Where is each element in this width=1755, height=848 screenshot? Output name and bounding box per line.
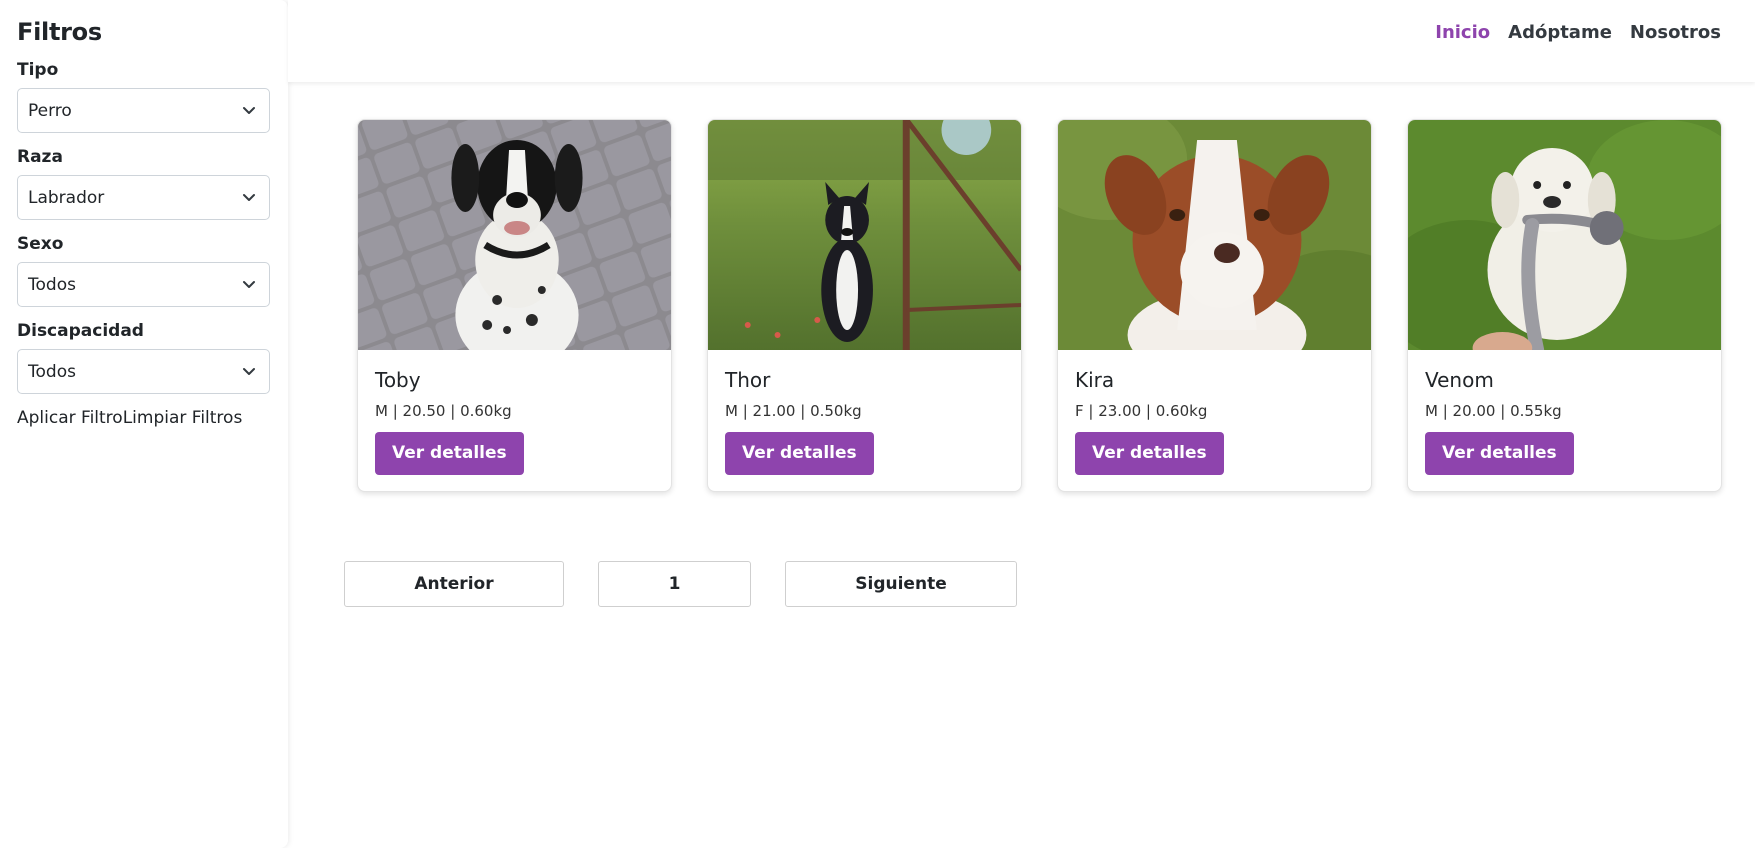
details-button[interactable]: Ver detalles [725, 432, 874, 475]
clear-filters-button[interactable]: Limpiar Filtros [123, 408, 243, 428]
previous-page-button[interactable]: Anterior [344, 561, 564, 607]
pet-meta: F | 23.00 | 0.60kg [1075, 402, 1208, 420]
next-page-button[interactable]: Siguiente [785, 561, 1017, 607]
pet-meta: M | 21.00 | 0.50kg [725, 402, 862, 420]
top-navbar: Inicio Adóptame Nosotros [288, 0, 1755, 82]
filter-discapacidad: Discapacidad Todos [17, 321, 271, 394]
pet-name: Toby [375, 368, 421, 392]
discapacidad-select[interactable]: Todos [17, 349, 270, 394]
chevron-down-icon [243, 107, 255, 114]
select-value: Todos [28, 361, 76, 382]
pet-photo [708, 120, 1021, 350]
pet-name: Venom [1425, 368, 1494, 392]
pet-card: Toby M | 20.50 | 0.60kg Ver detalles [357, 119, 672, 492]
nav-link-nosotros[interactable]: Nosotros [1630, 22, 1721, 43]
pet-photo [1058, 120, 1371, 350]
sidebar-title: Filtros [17, 18, 102, 46]
filter-label: Raza [17, 147, 63, 167]
card-body: Toby M | 20.50 | 0.60kg Ver detalles [358, 350, 671, 475]
pet-card: Venom M | 20.00 | 0.55kg Ver detalles [1407, 119, 1722, 492]
raza-select[interactable]: Labrador [17, 175, 270, 220]
card-body: Kira F | 23.00 | 0.60kg Ver detalles [1058, 350, 1371, 475]
filter-actions: Aplicar FiltroLimpiar Filtros [17, 408, 271, 428]
pet-name: Thor [725, 368, 771, 392]
nav-link-adoptame[interactable]: Adóptame [1508, 22, 1612, 43]
filter-label: Discapacidad [17, 321, 144, 341]
details-button[interactable]: Ver detalles [1425, 432, 1574, 475]
pet-name: Kira [1075, 368, 1115, 392]
filter-tipo: Tipo Perro [17, 60, 271, 133]
pet-photo [1408, 120, 1721, 350]
pet-meta: M | 20.50 | 0.60kg [375, 402, 512, 420]
sexo-select[interactable]: Todos [17, 262, 270, 307]
card-body: Venom M | 20.00 | 0.55kg Ver detalles [1408, 350, 1721, 475]
details-button[interactable]: Ver detalles [1075, 432, 1224, 475]
select-value: Todos [28, 274, 76, 295]
chevron-down-icon [243, 368, 255, 375]
tipo-select[interactable]: Perro [17, 88, 270, 133]
card-body: Thor M | 21.00 | 0.50kg Ver detalles [708, 350, 1021, 475]
pet-card-grid: Toby M | 20.50 | 0.60kg Ver detalles Tho… [357, 119, 1722, 492]
pet-photo [358, 120, 671, 350]
filters-sidebar: Filtros Tipo Perro Raza Labrador Sexo To… [0, 0, 288, 848]
main-nav: Inicio Adóptame Nosotros [1435, 22, 1721, 43]
filter-sexo: Sexo Todos [17, 234, 271, 307]
filter-label: Tipo [17, 60, 59, 80]
filter-raza: Raza Labrador [17, 147, 271, 220]
current-page-button[interactable]: 1 [598, 561, 751, 607]
apply-filter-button[interactable]: Aplicar Filtro [17, 408, 123, 428]
pet-card: Kira F | 23.00 | 0.60kg Ver detalles [1057, 119, 1372, 492]
pet-card: Thor M | 21.00 | 0.50kg Ver detalles [707, 119, 1022, 492]
select-value: Perro [28, 100, 72, 121]
chevron-down-icon [243, 281, 255, 288]
details-button[interactable]: Ver detalles [375, 432, 524, 475]
nav-link-inicio[interactable]: Inicio [1435, 22, 1490, 43]
pet-meta: M | 20.00 | 0.55kg [1425, 402, 1562, 420]
select-value: Labrador [28, 187, 105, 208]
chevron-down-icon [243, 194, 255, 201]
filter-label: Sexo [17, 234, 64, 254]
